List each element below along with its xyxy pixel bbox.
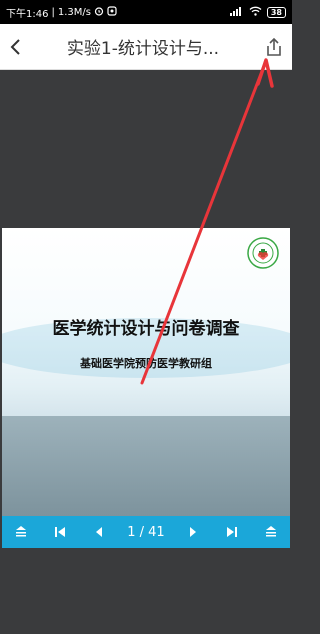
menu-right-button[interactable] <box>260 521 282 543</box>
battery-icon: 38 <box>266 6 286 18</box>
prev-page-button[interactable] <box>88 521 110 543</box>
slide-title: 医学统计设计与问卷调查 <box>52 319 240 339</box>
menu-left-button[interactable] <box>10 521 32 543</box>
collapse-icon <box>16 526 26 537</box>
slide-page[interactable]: 医学统计设计与问卷调查 基础医学院预防医学教研组 <box>2 228 290 516</box>
first-page-button[interactable] <box>49 521 71 543</box>
back-button[interactable] <box>0 24 30 70</box>
share-icon <box>267 37 281 56</box>
wifi-icon <box>249 6 262 19</box>
share-button[interactable] <box>256 24 292 70</box>
school-logo-icon <box>247 237 279 269</box>
next-icon <box>189 527 196 537</box>
viewer-toolbar: 1 / 41 <box>2 516 290 548</box>
chevron-left-icon <box>10 38 20 55</box>
page-title: 实验1-统计设计与... <box>66 39 220 59</box>
expand-icon <box>265 526 276 537</box>
page-indicator: 1 / 41 <box>127 524 165 540</box>
signal-icon <box>229 6 244 19</box>
next-page-button[interactable] <box>182 521 204 543</box>
status-divider: | <box>51 6 55 18</box>
notification-icon <box>107 5 117 19</box>
prev-icon <box>96 527 103 537</box>
last-page-button[interactable] <box>221 521 243 543</box>
last-page-icon <box>226 527 237 537</box>
first-page-icon <box>55 527 66 537</box>
status-time: 下午1:46 <box>6 8 49 20</box>
slide-building-image <box>2 416 290 516</box>
status-bar: 下午1:46 | 1.3M/s 38 <box>0 0 292 24</box>
slide-subtitle: 基础医学院预防医学教研组 <box>80 357 212 370</box>
status-network-speed: 1.3M/s <box>57 6 91 18</box>
document-viewer[interactable]: 医学统计设计与问卷调查 基础医学院预防医学教研组 1 / 41 <box>0 70 292 634</box>
status-left: 下午1:46 | 1.3M/s <box>6 5 117 20</box>
app-bar: 实验1-统计设计与... <box>0 24 292 70</box>
alarm-icon <box>94 6 104 19</box>
status-right: 38 <box>229 6 286 19</box>
